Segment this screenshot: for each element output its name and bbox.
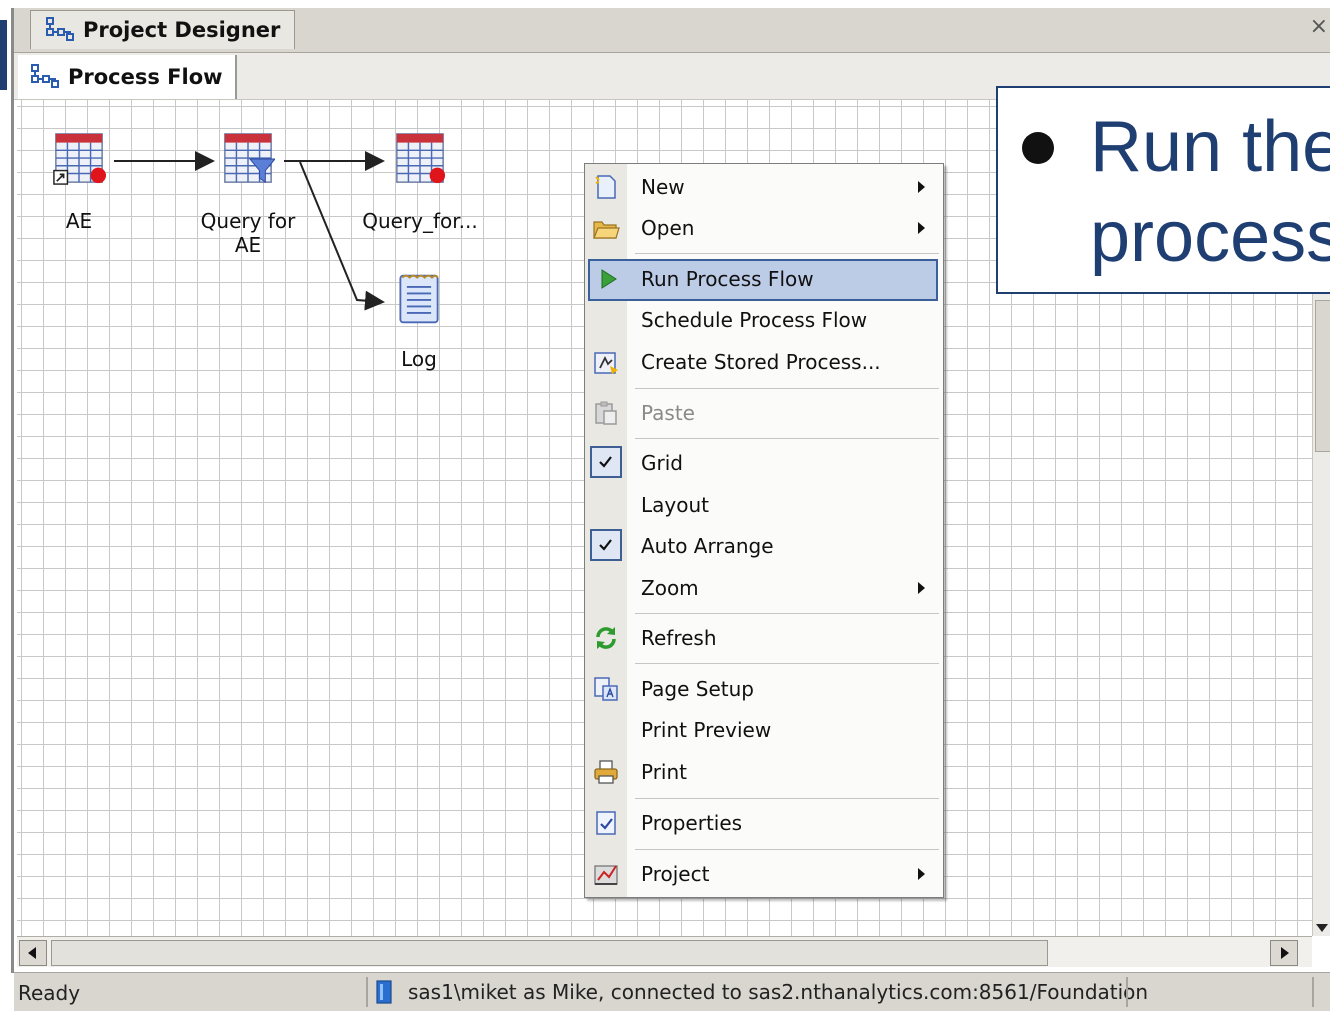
paste-icon [595, 401, 617, 425]
page-setup-icon [594, 677, 618, 701]
menu-item-project[interactable]: Project [585, 854, 943, 894]
menu-separator [635, 663, 939, 664]
menu-item-label: Print [641, 760, 688, 784]
menu-item-label: Page Setup [641, 677, 754, 701]
refresh-icon [596, 627, 616, 649]
status-divider [366, 977, 368, 1007]
menu-item-label: Refresh [641, 626, 717, 650]
arrow-left-icon [28, 947, 36, 959]
menu-item-label: Open [641, 216, 695, 240]
menu-item-label: Zoom [641, 576, 699, 600]
menu-separator [635, 438, 939, 439]
menu-separator [635, 613, 939, 614]
menu-item-refresh[interactable]: Refresh [585, 618, 943, 658]
node-label: AE [65, 209, 93, 233]
status-divider [1126, 977, 1128, 1007]
submenu-arrow-icon [918, 181, 925, 193]
menu-item-label: Layout [641, 493, 709, 517]
menu-separator [635, 388, 939, 389]
menu-separator [635, 253, 939, 254]
menu-item-schedule-process-flow[interactable]: Schedule Process Flow [585, 300, 943, 340]
node-label: Log [401, 347, 437, 371]
menu-item-label: New [641, 175, 685, 199]
open-folder-icon [593, 221, 620, 239]
submenu-arrow-icon [918, 222, 925, 234]
callout-line-2: process [1090, 197, 1330, 277]
context-menu: New Open Run Process Flow Schedule Proce… [584, 163, 944, 898]
submenu-arrow-icon [918, 868, 925, 880]
server-icon [376, 980, 392, 1004]
menu-item-paste[interactable]: Paste [585, 393, 943, 433]
menu-item-label: Create Stored Process... [641, 350, 881, 374]
callout-line-1: Run the [1090, 107, 1330, 187]
slide-callout: Run the process [996, 86, 1330, 294]
data-table-icon [396, 133, 446, 184]
query-table-icon [224, 133, 277, 184]
node-query-for[interactable]: Query_for... [360, 132, 480, 233]
run-play-icon [601, 269, 617, 289]
status-bar: Ready sas1\miket as Mike, connected to s… [14, 972, 1330, 1011]
project-icon [594, 865, 618, 885]
node-label-line1: Query for [200, 209, 296, 233]
menu-item-auto-arrange[interactable]: Auto Arrange [585, 526, 943, 566]
menu-item-open[interactable]: Open [585, 208, 943, 248]
menu-separator [635, 798, 939, 799]
node-label: Query_for... [362, 209, 478, 233]
callout-text: Run the process [1090, 102, 1330, 282]
menu-item-zoom[interactable]: Zoom [585, 568, 943, 608]
menu-item-print[interactable]: Print [585, 752, 943, 792]
menu-item-label: Grid [641, 451, 683, 475]
status-ready: Ready [18, 981, 81, 1005]
menu-item-label: Project [641, 862, 710, 886]
printer-icon [594, 760, 618, 784]
menu-item-label: Properties [641, 811, 743, 835]
scroll-down-icon[interactable] [1316, 924, 1328, 932]
menu-item-layout[interactable]: Layout [585, 485, 943, 525]
log-document-icon [399, 274, 439, 324]
menu-item-label: Schedule Process Flow [641, 308, 868, 332]
menu-item-label: Auto Arrange [641, 534, 774, 558]
menu-item-run-process-flow[interactable]: Run Process Flow [588, 259, 938, 301]
menu-item-properties[interactable]: Properties [585, 803, 943, 843]
node-label-line2: AE [234, 233, 262, 257]
new-document-icon [595, 175, 616, 199]
checkmark-icon [590, 529, 622, 561]
stored-process-icon [594, 352, 618, 374]
arrow-right-icon [1281, 947, 1289, 959]
node-ae[interactable]: AE [44, 132, 114, 233]
horizontal-scrollbar[interactable] [17, 936, 1312, 967]
menu-item-label: Print Preview [641, 718, 772, 742]
properties-icon [596, 811, 616, 835]
menu-item-label: Paste [641, 401, 695, 425]
node-query-for-ae[interactable]: Query for AE [198, 132, 298, 257]
scroll-right-button[interactable] [1270, 940, 1298, 966]
horizontal-scroll-thumb[interactable] [51, 940, 1048, 966]
node-log[interactable]: Log [384, 272, 454, 371]
connection-status: sas1\miket as Mike, connected to sas2.nt… [374, 979, 1148, 1005]
data-table-icon [53, 133, 106, 185]
menu-item-label: Run Process Flow [641, 267, 814, 291]
checkmark-icon [590, 446, 622, 478]
menu-item-create-stored-process[interactable]: Create Stored Process... [585, 342, 943, 382]
status-divider [1312, 977, 1314, 1007]
menu-item-new[interactable]: New [585, 167, 943, 207]
submenu-arrow-icon [918, 582, 925, 594]
bullet-icon [1022, 132, 1054, 164]
menu-item-print-preview[interactable]: Print Preview [585, 710, 943, 750]
vertical-scroll-thumb[interactable] [1315, 300, 1330, 452]
menu-separator [635, 849, 939, 850]
scroll-left-button[interactable] [19, 940, 47, 966]
menu-item-grid[interactable]: Grid [585, 443, 943, 483]
connection-text: sas1\miket as Mike, connected to sas2.nt… [408, 980, 1149, 1004]
menu-item-page-setup[interactable]: Page Setup [585, 669, 943, 709]
